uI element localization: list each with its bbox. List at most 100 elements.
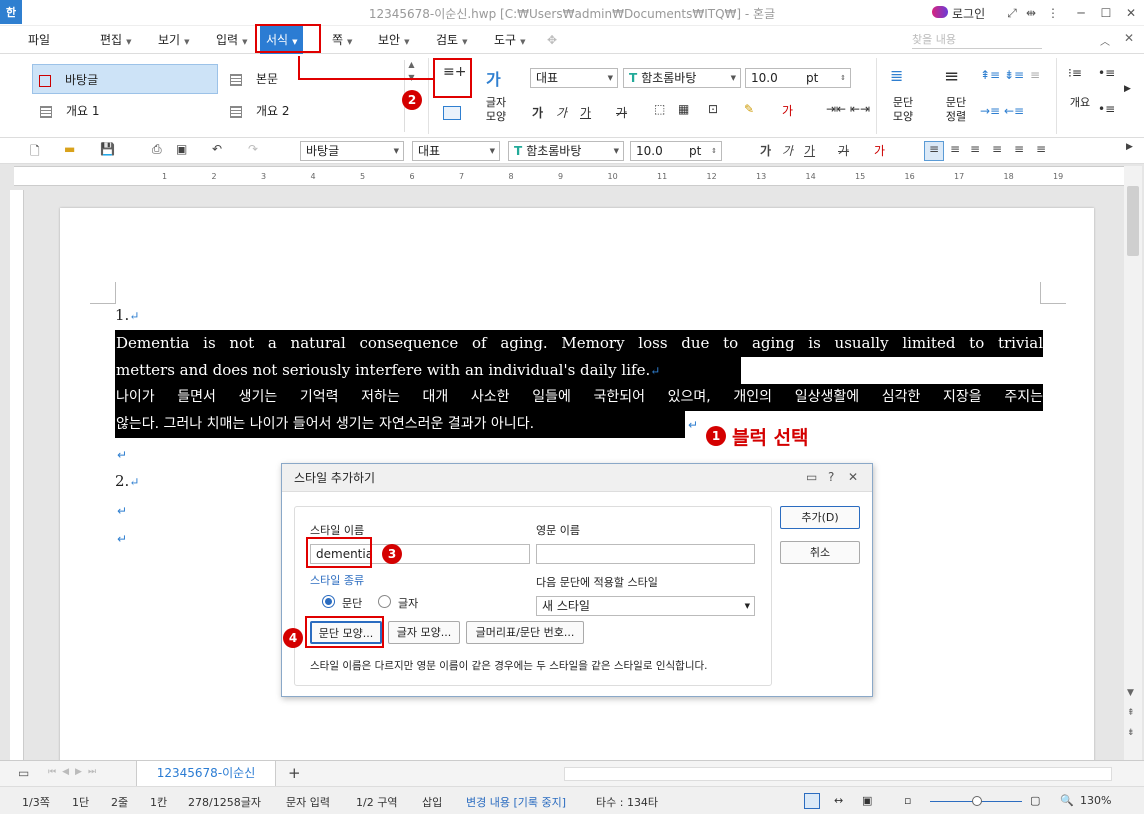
align-left-icon[interactable]: ≡ bbox=[950, 142, 960, 156]
char-spacing-wide-icon[interactable]: ⇤⇥ bbox=[850, 102, 870, 116]
tab-view-icon[interactable]: ▭ bbox=[18, 766, 29, 780]
cancel-button[interactable]: 취소 bbox=[780, 541, 860, 564]
numbering-icon[interactable]: ⁝≡ bbox=[1068, 66, 1082, 80]
toolbar-font-combo[interactable]: T 함초롬바탕 ▼ bbox=[508, 141, 624, 161]
open-folder-icon[interactable]: ▬ bbox=[64, 142, 75, 156]
toolbar-more-icon[interactable]: ▶ bbox=[1126, 142, 1133, 152]
char-spacing-narrow-icon[interactable]: ⇥⇤ bbox=[826, 102, 846, 116]
maximize-button[interactable]: ☐ bbox=[1097, 5, 1115, 21]
list-item-1[interactable]: 1.↵ bbox=[115, 306, 139, 324]
menu-edit[interactable]: 편집 ▼ bbox=[100, 26, 131, 54]
style-edit-icon[interactable] bbox=[443, 106, 461, 120]
fullscreen-icon[interactable]: ⤢ bbox=[1003, 5, 1021, 21]
style-item-3[interactable]: 개요 2 bbox=[226, 96, 396, 126]
menu-security[interactable]: 보안 ▼ bbox=[378, 26, 409, 54]
english-name-input[interactable] bbox=[536, 544, 755, 564]
selected-line-3[interactable]: 나이가 들면서 생기는 기억력 저하는 대개 사소한 일들에 국한되어 있으며,… bbox=[115, 384, 1043, 411]
bold-icon[interactable]: 가 bbox=[532, 104, 543, 121]
list-item-2[interactable]: 2.↵ bbox=[115, 472, 139, 490]
view-fit-icon[interactable]: ↔ bbox=[834, 794, 843, 807]
toolbar-lang-combo[interactable]: 대표 ▼ bbox=[412, 141, 500, 161]
para-align-icon[interactable]: ≡ bbox=[944, 66, 959, 87]
more-vert-icon[interactable]: ⋮ bbox=[1044, 5, 1062, 21]
vertical-scrollbar[interactable]: ▼ ⇞ ⇟ bbox=[1124, 166, 1142, 760]
ribbon-more-icon[interactable]: ▶ bbox=[1124, 84, 1131, 94]
menu-tools[interactable]: 도구 ▼ bbox=[494, 26, 525, 54]
radio-char[interactable] bbox=[378, 595, 391, 608]
menu-insert[interactable]: 입력 ▼ bbox=[216, 26, 247, 54]
zoom-in-icon[interactable]: ▢ bbox=[1030, 794, 1040, 807]
emboss-icon[interactable]: ⊡ bbox=[708, 102, 718, 116]
toolbar-style-combo[interactable]: 바탕글 ▼ bbox=[300, 141, 404, 161]
char-shape-icon[interactable]: 가 bbox=[486, 66, 501, 90]
bullet-numbering-button[interactable]: 글머리표/문단 번호... bbox=[466, 621, 584, 644]
align-right-icon[interactable]: ≡ bbox=[992, 142, 1002, 156]
font-color-icon[interactable]: 가 bbox=[782, 102, 793, 119]
style-item-0[interactable]: 바탕글 bbox=[32, 64, 218, 94]
tb-bold-icon[interactable]: 가 bbox=[760, 142, 771, 159]
redo-icon[interactable]: ↷ bbox=[248, 142, 258, 156]
add-button[interactable]: 추가(D) bbox=[780, 506, 860, 529]
menu-page[interactable]: 쪽 ▼ bbox=[332, 26, 352, 54]
zoom-slider-thumb[interactable] bbox=[972, 796, 982, 806]
dialog-close-icon[interactable]: ✕ bbox=[848, 470, 858, 484]
para-shape-icon[interactable]: ≣ bbox=[890, 66, 903, 85]
underline-icon[interactable]: 가 bbox=[580, 104, 591, 121]
next-style-select[interactable]: 새 스타일 ▼ bbox=[536, 596, 755, 616]
vertical-ruler[interactable] bbox=[10, 190, 24, 760]
bullet-list2-icon[interactable]: •≡ bbox=[1098, 102, 1115, 116]
line-spacing-down-icon[interactable]: ⇟≡ bbox=[1004, 68, 1024, 82]
horizontal-ruler[interactable]: 1 2 3 4 5 6 7 8 9 10 11 12 13 14 15 16 17 18 19 bbox=[14, 166, 1124, 186]
bullet-list-icon[interactable]: •≡ bbox=[1098, 66, 1115, 80]
para-shape-label[interactable]: 문단 모양 bbox=[886, 96, 920, 124]
char-shape-label[interactable]: 글자 모양 bbox=[480, 96, 512, 124]
ribbon-size-combo[interactable]: 10.0 pt ⇕ bbox=[745, 68, 851, 88]
tb-font-color-icon[interactable]: 가 bbox=[874, 142, 885, 159]
tb-strike-icon[interactable]: 가 bbox=[838, 142, 849, 159]
menu-view[interactable]: 보기 ▼ bbox=[158, 26, 189, 54]
search-input[interactable]: 찾을 내용 bbox=[912, 31, 1042, 49]
view-normal-icon[interactable] bbox=[804, 793, 820, 809]
page-down-icon[interactable]: ⇟ bbox=[1127, 728, 1135, 738]
align-center-icon[interactable]: ≡ bbox=[970, 142, 980, 156]
radio-paragraph[interactable] bbox=[322, 595, 335, 608]
status-page[interactable]: 1/3쪽 bbox=[22, 794, 50, 810]
page-up-icon[interactable]: ⇞ bbox=[1127, 708, 1135, 718]
outline-char-icon[interactable]: ⬚ bbox=[654, 102, 665, 116]
dialog-help-icon[interactable]: ? bbox=[828, 470, 834, 484]
preview-icon[interactable]: ▣ bbox=[176, 142, 187, 156]
para-spacing-icon[interactable]: ≡ bbox=[1030, 68, 1040, 82]
login-button[interactable]: 로그인 bbox=[952, 5, 985, 22]
shadow-char-icon[interactable]: ▦ bbox=[678, 102, 689, 116]
close-button[interactable]: ✕ bbox=[1122, 5, 1140, 21]
outdent-icon[interactable]: ←≡ bbox=[1004, 104, 1024, 118]
status-zoom[interactable]: 130% bbox=[1080, 794, 1111, 807]
collapse-ribbon-icon[interactable]: ︿ bbox=[1100, 33, 1110, 48]
tb-underline-icon[interactable]: 가 bbox=[804, 142, 815, 159]
align-split-icon[interactable]: ≡ bbox=[1036, 142, 1046, 156]
char-shape-button[interactable]: 글자 모양... bbox=[388, 621, 460, 644]
indent-icon[interactable]: →≡ bbox=[980, 104, 1000, 118]
save-icon[interactable]: 💾 bbox=[100, 142, 115, 156]
status-input-mode[interactable]: 문자 입력 bbox=[286, 794, 330, 810]
close-doc-icon[interactable]: ✕ bbox=[1124, 31, 1134, 45]
new-doc-icon[interactable]: 🗋 bbox=[30, 142, 40, 163]
ribbon-font-combo[interactable]: T 함초롬바탕 ▼ bbox=[623, 68, 741, 88]
menu-review[interactable]: 검토 ▼ bbox=[436, 26, 467, 54]
ribbon-lang-combo[interactable]: 대표 ▼ bbox=[530, 68, 618, 88]
highlight-icon[interactable]: ✎ bbox=[744, 102, 754, 116]
print-icon[interactable]: ⎙ bbox=[152, 142, 162, 157]
view-page-icon[interactable]: ▣ bbox=[862, 794, 872, 807]
style-item-2[interactable]: 개요 1 bbox=[38, 96, 218, 126]
split-icon[interactable]: ⇹ bbox=[1022, 5, 1040, 21]
menu-file[interactable]: 파일 bbox=[28, 26, 50, 54]
login-avatar-icon[interactable] bbox=[932, 6, 948, 18]
scroll-down-icon[interactable]: ▼ bbox=[1127, 688, 1134, 698]
zoom-out-icon[interactable]: ▫ bbox=[904, 794, 911, 807]
radio-char-label[interactable]: 글자 bbox=[398, 595, 418, 611]
undo-icon[interactable]: ↶ bbox=[212, 142, 222, 156]
scroll-thumb[interactable] bbox=[1127, 186, 1139, 256]
align-distribute-icon[interactable]: ≡ bbox=[1014, 142, 1024, 156]
status-track-changes[interactable]: 변경 내용 [기록 중지] bbox=[466, 794, 566, 810]
tab-nav-icons[interactable]: ⏮◀▶⏭ bbox=[48, 767, 102, 777]
